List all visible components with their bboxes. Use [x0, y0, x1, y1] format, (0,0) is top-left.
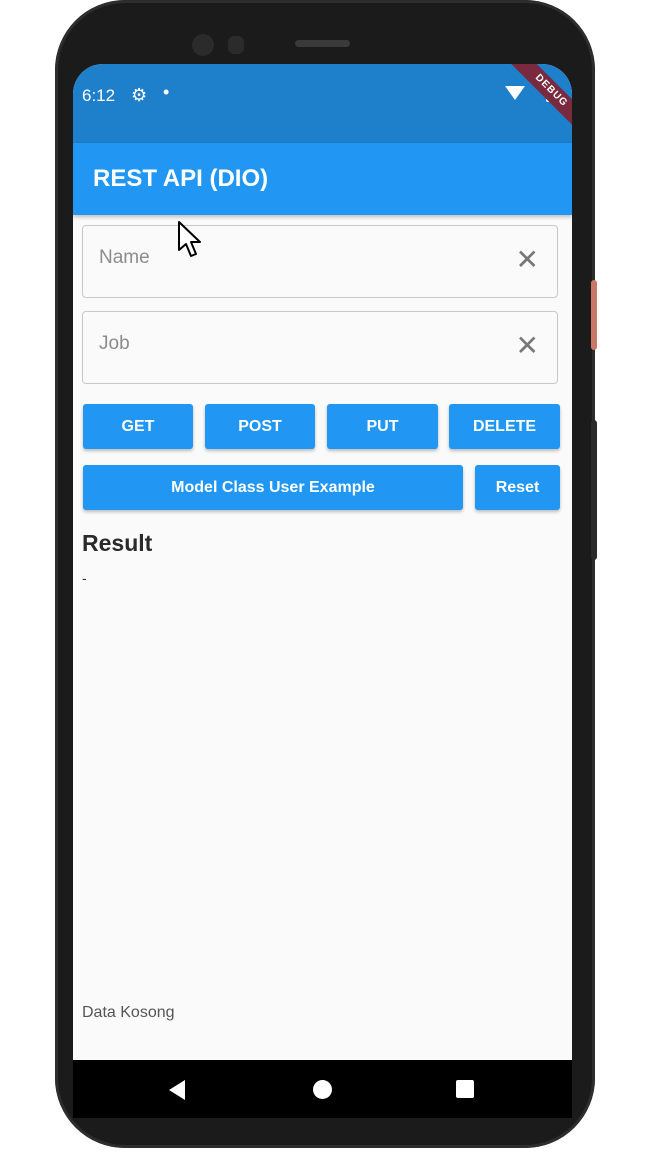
- delete-button[interactable]: DELETE: [449, 404, 560, 449]
- app-screen: 6:12 ⚙ • DEBUG REST API (DIO) ✕ ✕ GET PO…: [73, 64, 572, 1060]
- put-button[interactable]: PUT: [327, 404, 438, 449]
- front-sensor: [228, 36, 244, 54]
- home-circle-icon[interactable]: [313, 1080, 332, 1099]
- reset-button[interactable]: Reset: [475, 465, 560, 510]
- back-triangle-icon[interactable]: [169, 1080, 185, 1100]
- system-nav-bar: [73, 1060, 572, 1118]
- status-bar: 6:12 ⚙ • DEBUG: [73, 64, 572, 143]
- post-button[interactable]: POST: [205, 404, 315, 449]
- close-icon[interactable]: ✕: [516, 332, 539, 360]
- page-title: REST API (DIO): [93, 165, 269, 192]
- wifi-icon: [505, 86, 525, 100]
- name-input[interactable]: [97, 246, 501, 270]
- status-time: 6:12: [82, 86, 116, 105]
- gear-icon: ⚙: [131, 85, 148, 105]
- recent-square-icon[interactable]: [456, 1080, 474, 1098]
- earpiece-speaker: [295, 40, 350, 47]
- get-button[interactable]: GET: [83, 404, 193, 449]
- power-button: [591, 280, 597, 350]
- name-field[interactable]: ✕: [82, 225, 558, 298]
- model-class-example-button[interactable]: Model Class User Example: [83, 465, 463, 510]
- volume-button: [591, 420, 597, 560]
- debug-banner: DEBUG: [502, 64, 572, 140]
- result-heading: Result: [82, 530, 153, 556]
- job-field[interactable]: ✕: [82, 311, 558, 384]
- notification-dot-icon: •: [163, 82, 170, 102]
- empty-data-text: Data Kosong: [82, 1004, 175, 1021]
- result-value: -: [82, 570, 87, 586]
- close-icon[interactable]: ✕: [516, 246, 539, 274]
- job-input[interactable]: [97, 332, 501, 356]
- front-camera: [192, 34, 214, 56]
- app-bar: REST API (DIO): [73, 143, 572, 215]
